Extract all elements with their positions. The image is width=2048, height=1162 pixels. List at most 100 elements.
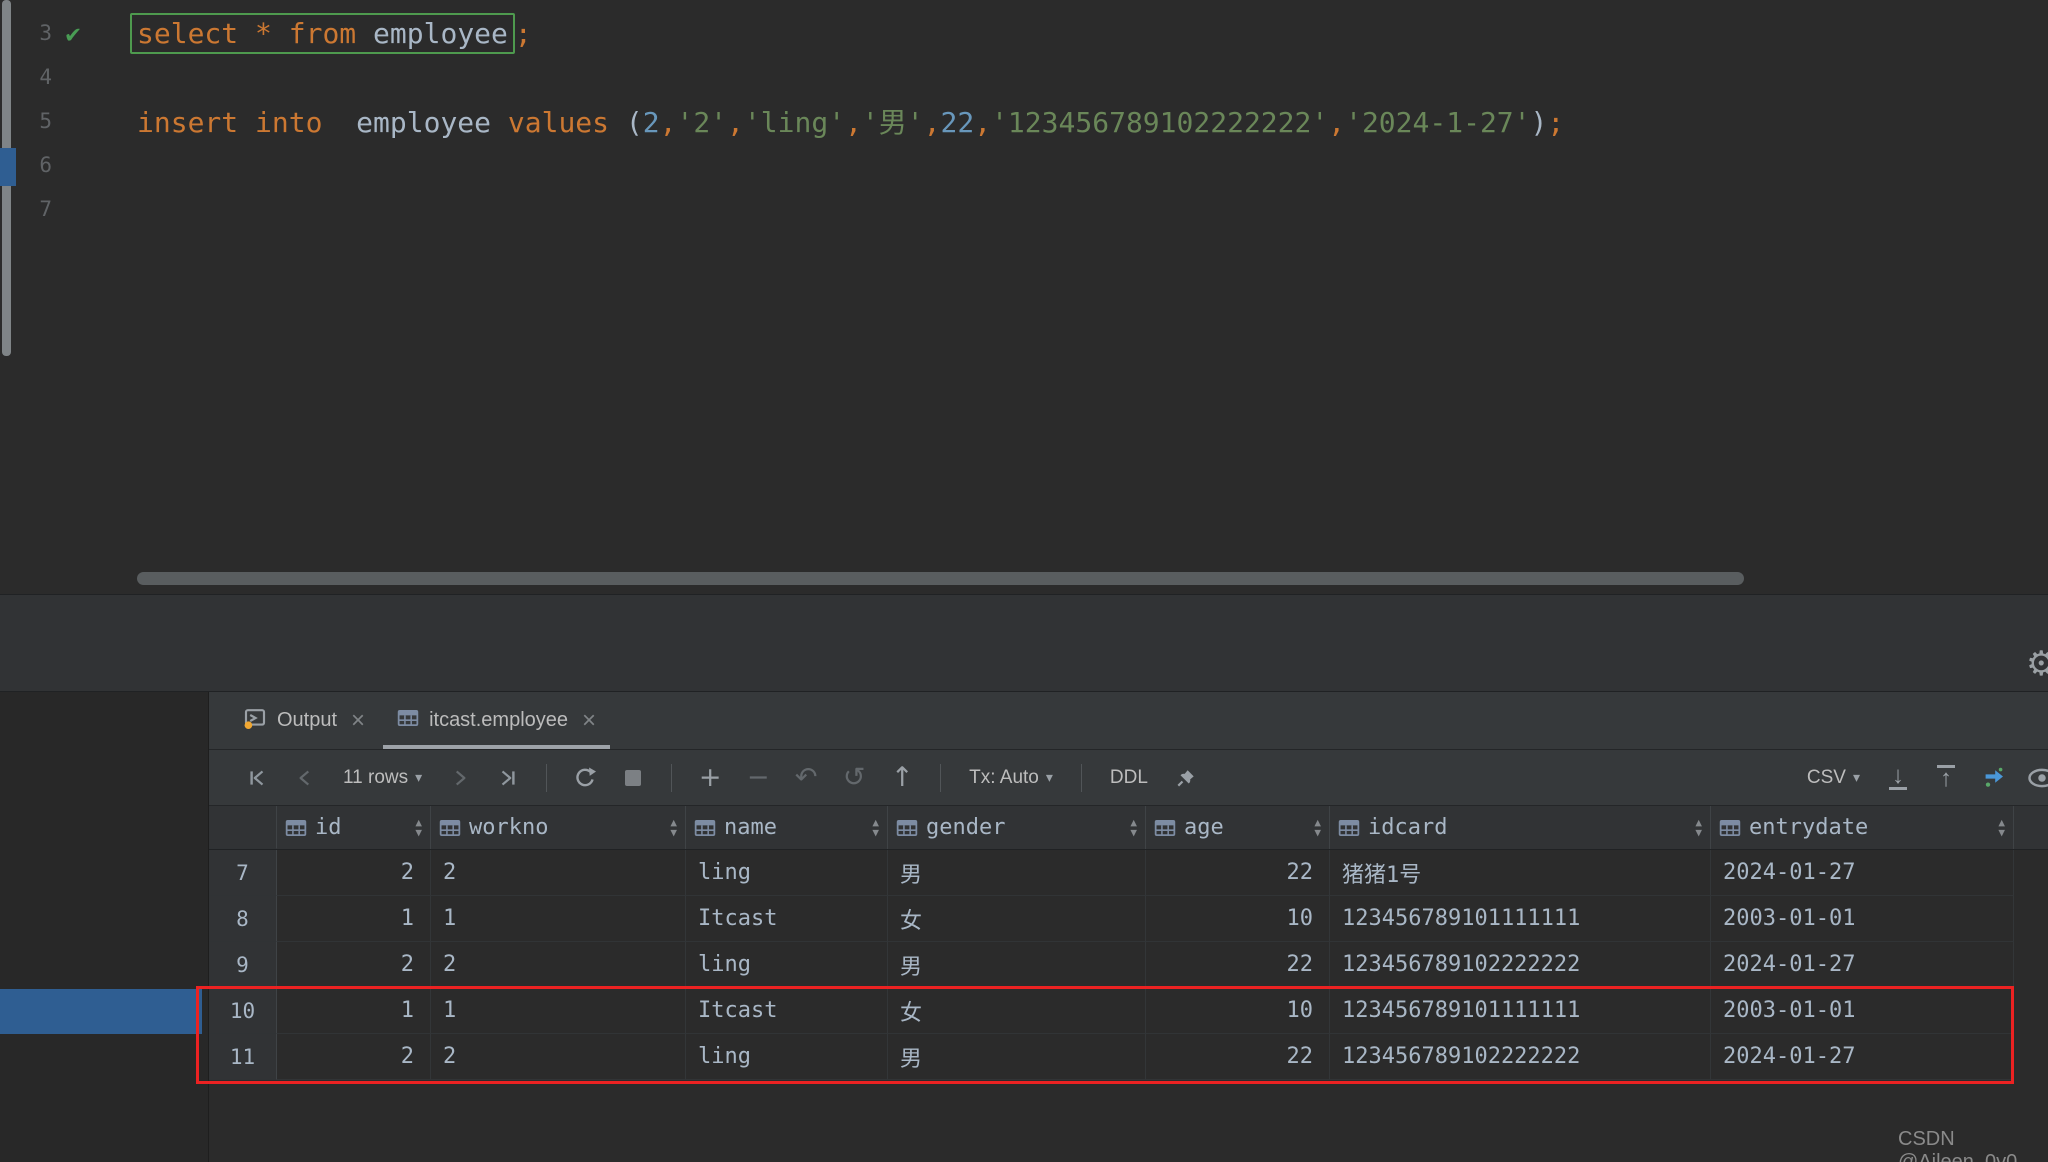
cell-idcard[interactable]: 123456789101111111 [1330,896,1711,942]
sort-icon[interactable]: ▲▼ [415,818,422,838]
last-page-icon[interactable] [488,758,528,798]
column-name: id [315,815,342,840]
tab-itcast-employee[interactable]: itcast.employee × [381,692,612,749]
close-icon[interactable]: × [351,709,365,733]
cell-name[interactable]: Itcast [686,896,888,942]
cell-workno[interactable]: 1 [431,896,686,942]
executed-statement-box: select * from employee [130,13,515,54]
toolbar-separator [671,764,672,792]
results-panel: Output × itcast.employee × 11 rows ▾ [209,692,2048,1162]
column-header-age[interactable]: age ▲▼ [1146,806,1330,849]
export-format-dropdown[interactable]: CSV ▾ [1797,767,1870,789]
next-page-icon[interactable] [440,758,480,798]
cell-name[interactable]: ling [686,850,888,896]
panel-divider-strip [0,594,2048,692]
column-header-entrydate[interactable]: entrydate ▲▼ [1711,806,2014,849]
tx-mode-label: Tx: Auto [969,767,1039,789]
gear-icon[interactable]: ⚙ [2026,644,2048,684]
table-icon [1154,818,1176,838]
cell-gender[interactable]: 男 [888,942,1146,988]
table-row[interactable]: 811Itcast女101234567891011111112003-01-01 [209,896,2048,942]
cell-id[interactable]: 2 [277,942,431,988]
cell-workno[interactable]: 2 [431,942,686,988]
code-text: select * from employee; [94,17,532,50]
results-tabbar: Output × itcast.employee × [209,692,2048,750]
column-header-id[interactable]: id ▲▼ [277,806,431,849]
ddl-button[interactable]: DDL [1100,767,1158,789]
column-name: gender [926,815,1005,840]
editor-line[interactable]: 5insert into employee values (2,'2','lin… [0,99,2048,143]
revert-icon[interactable]: ↶ [786,758,826,798]
refresh-icon[interactable] [565,758,605,798]
tab-output[interactable]: Output × [227,692,381,749]
grid-header-row: id▲▼workno▲▼name▲▼gender▲▼age▲▼idcard▲▼e… [209,806,2048,850]
cell-idcard[interactable]: 猪猪1号 [1330,850,1711,896]
editor-hscrollbar[interactable] [137,572,1744,585]
row-count-dropdown[interactable]: 11 rows ▾ [333,767,432,789]
row-number[interactable]: 9 [209,942,277,988]
toolbar-separator [1081,764,1082,792]
previous-page-icon[interactable] [285,758,325,798]
cell-id[interactable]: 1 [277,896,431,942]
cell-age[interactable]: 22 [1146,942,1330,988]
editor-line[interactable]: 3✔select * from employee; [0,11,2048,55]
delete-row-icon[interactable]: − [738,758,778,798]
sort-icon[interactable]: ▲▼ [1695,818,1702,838]
table-icon [285,818,307,838]
watermark: CSDN @Aileen_0v0 [1898,1128,2048,1162]
tx-mode-dropdown[interactable]: Tx: Auto ▾ [959,767,1063,789]
sql-editor[interactable]: 3✔select * from employee;45insert into e… [0,0,2048,594]
table-icon [694,818,716,838]
statement-success-icon: ✔ [52,19,94,48]
column-header-workno[interactable]: workno▲▼ [431,806,686,849]
code-text: insert into employee values (2,'2','ling… [94,101,1564,141]
row-count-label: 11 rows [343,767,408,789]
toolbar-separator [546,764,547,792]
chevron-down-icon: ▾ [415,769,422,786]
line-number: 4 [0,65,52,89]
table-row[interactable]: 722ling男22猪猪1号2024-01-27 [209,850,2048,896]
cell-gender[interactable]: 女 [888,896,1146,942]
column-name: age [1184,815,1224,840]
row-number[interactable]: 8 [209,896,277,942]
cell-name[interactable]: ling [686,942,888,988]
sort-icon[interactable]: ▲▼ [1998,818,2005,838]
submit-icon[interactable]: ↑ [882,758,922,798]
editor-line[interactable]: 6 [0,143,2048,187]
sort-icon[interactable]: ▲▼ [670,818,677,838]
chevron-down-icon: ▾ [1853,769,1860,786]
cell-entrydate[interactable]: 2024-01-27 [1711,850,2014,896]
cell-age[interactable]: 10 [1146,896,1330,942]
sort-icon[interactable]: ▲▼ [1314,818,1321,838]
cell-age[interactable]: 22 [1146,850,1330,896]
sort-icon[interactable]: ▲▼ [872,818,879,838]
rollback-icon[interactable]: ↺ [834,758,874,798]
cell-id[interactable]: 2 [277,850,431,896]
results-toolbar: 11 rows ▾ + − ↶ ↺ ↑ Tx: Auto ▾ [209,750,2048,806]
scroll-to-top-icon[interactable]: ↑ [1926,758,1966,798]
grid-corner-cell [209,806,277,849]
download-icon[interactable]: ↓ [1878,758,1918,798]
column-header-idcard[interactable]: idcard▲▼ [1330,806,1711,849]
cell-gender[interactable]: 男 [888,850,1146,896]
cell-idcard[interactable]: 123456789102222222 [1330,942,1711,988]
stop-icon[interactable] [613,758,653,798]
pin-icon[interactable] [1166,758,1206,798]
table-row[interactable]: 922ling男221234567891022222222024-01-27 [209,942,2048,988]
column-name: entrydate [1749,815,1868,840]
sort-icon[interactable]: ▲▼ [1130,818,1137,838]
editor-line[interactable]: 7 [0,187,2048,231]
cell-entrydate[interactable]: 2003-01-01 [1711,896,2014,942]
editor-line[interactable]: 4 [0,55,2048,99]
table-icon [1338,818,1360,838]
add-row-icon[interactable]: + [690,758,730,798]
column-header-gender[interactable]: gender ▲▼ [888,806,1146,849]
row-number[interactable]: 7 [209,850,277,896]
cell-workno[interactable]: 2 [431,850,686,896]
sync-icon[interactable] [1974,758,2014,798]
close-icon[interactable]: × [582,709,596,733]
eye-icon[interactable] [2022,758,2048,798]
cell-entrydate[interactable]: 2024-01-27 [1711,942,2014,988]
first-page-icon[interactable] [237,758,277,798]
column-header-name[interactable]: name▲▼ [686,806,888,849]
